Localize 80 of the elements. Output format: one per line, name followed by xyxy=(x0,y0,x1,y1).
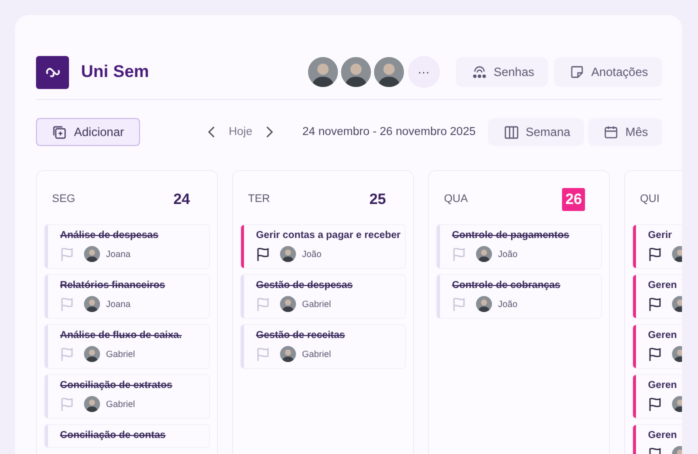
assignee-name: Joana xyxy=(106,299,131,309)
day-number: 24 xyxy=(172,190,191,210)
avatar-icon xyxy=(84,346,100,362)
assignee-name: João xyxy=(498,299,518,309)
avatar-icon xyxy=(84,296,100,312)
task-title: Geren xyxy=(648,280,678,291)
task-title: Análise de fluxo de caixa. xyxy=(60,330,183,341)
flag-icon[interactable] xyxy=(648,246,662,262)
weekday-label: QUA xyxy=(444,193,468,205)
task-card[interactable]: Geren xyxy=(633,425,682,454)
task-title: Relatórios financeiros xyxy=(60,280,166,291)
assignee-name: Gabriel xyxy=(106,349,136,359)
chevron-left-icon xyxy=(206,126,217,138)
task-card[interactable]: Geren xyxy=(633,275,682,318)
more-members-button[interactable]: ··· xyxy=(408,56,440,88)
avatar-icon xyxy=(84,396,100,412)
avatar-icon xyxy=(476,246,492,262)
task-card[interactable]: Análise de fluxo de caixa. Gabriel xyxy=(45,325,209,368)
task-card[interactable]: Gestão de receitas Gabriel xyxy=(241,325,405,368)
weekday-label: TER xyxy=(248,193,270,205)
assignee-name: Joana xyxy=(106,249,131,259)
task-title: Conciliação de extratos xyxy=(60,380,174,391)
assignee-name: Gabriel xyxy=(302,349,332,359)
assignee-name: João xyxy=(498,249,518,259)
task-title: Conciliação de contas xyxy=(60,430,167,441)
weekday-label: SEG xyxy=(52,193,76,205)
task-title: Gestão de despesas xyxy=(256,280,354,291)
flag-icon[interactable] xyxy=(256,246,270,262)
task-card[interactable]: Relatórios financeiros Joana xyxy=(45,275,209,318)
date-range: 24 novembro - 26 novembro 2025 xyxy=(302,126,476,138)
avatar-icon[interactable] xyxy=(340,56,372,88)
avatar-icon xyxy=(280,346,296,362)
avatar-icon[interactable] xyxy=(372,56,405,88)
task-card[interactable]: Controle de pagamentos João xyxy=(437,225,601,268)
passwords-button[interactable]: Senhas xyxy=(456,57,548,87)
task-card[interactable]: Geren xyxy=(633,375,682,418)
task-title: Controle de pagamentos xyxy=(452,230,570,241)
avatar-icon xyxy=(84,246,100,262)
flag-icon[interactable] xyxy=(648,296,662,312)
task-title: Geren xyxy=(648,430,678,441)
chevron-right-icon xyxy=(264,126,274,138)
flag-icon[interactable] xyxy=(648,396,662,412)
day-number: 26 xyxy=(562,188,585,210)
avatar-icon xyxy=(280,246,296,262)
assignee-name: Gabriel xyxy=(302,299,332,309)
task-card[interactable]: Conciliação de contas xyxy=(45,425,209,447)
flag-icon[interactable] xyxy=(648,346,662,362)
task-card[interactable]: Gerir xyxy=(633,225,682,268)
add-copy-icon xyxy=(52,124,67,140)
app-title: Uni Sem xyxy=(81,62,150,82)
note-icon xyxy=(570,65,584,79)
task-title: Geren xyxy=(648,330,678,341)
task-card[interactable]: Análise de despesas Joana xyxy=(45,225,209,268)
calendar-icon xyxy=(604,125,618,139)
week-view-button[interactable]: Semana xyxy=(488,118,584,146)
task-title: Geren xyxy=(648,380,678,391)
task-card[interactable]: Conciliação de extratos Gabriel xyxy=(45,375,209,418)
task-card[interactable]: Gestão de despesas Gabriel xyxy=(241,275,405,318)
today-button[interactable]: Hoje xyxy=(224,126,256,138)
task-title: Controle de cobranças xyxy=(452,280,562,291)
notes-button[interactable]: Anotações xyxy=(554,57,662,87)
task-card[interactable]: Geren xyxy=(633,325,682,368)
avatar-icon xyxy=(280,296,296,312)
fingerprint-icon xyxy=(472,64,487,80)
task-title: Gerir contas a pagar e receber xyxy=(256,230,401,241)
columns-icon xyxy=(504,124,519,140)
task-card[interactable]: Gerir contas a pagar e receber João xyxy=(241,225,405,268)
day-number: 25 xyxy=(368,190,387,210)
task-card[interactable]: Controle de cobranças João xyxy=(437,275,601,318)
weekday-label: QUI xyxy=(640,193,660,205)
assignee-name: João xyxy=(302,249,322,259)
month-view-button[interactable]: Mês xyxy=(588,118,662,146)
avatar-icon xyxy=(476,296,492,312)
add-button[interactable]: Adicionar xyxy=(36,118,140,146)
task-title: Análise de despesas xyxy=(60,230,160,241)
logo-icon xyxy=(36,56,69,88)
assignee-name: Gabriel xyxy=(106,399,136,409)
task-title: Gestão de receitas xyxy=(256,330,346,341)
task-title: Gerir xyxy=(648,230,673,241)
avatar-icon[interactable] xyxy=(306,56,339,88)
